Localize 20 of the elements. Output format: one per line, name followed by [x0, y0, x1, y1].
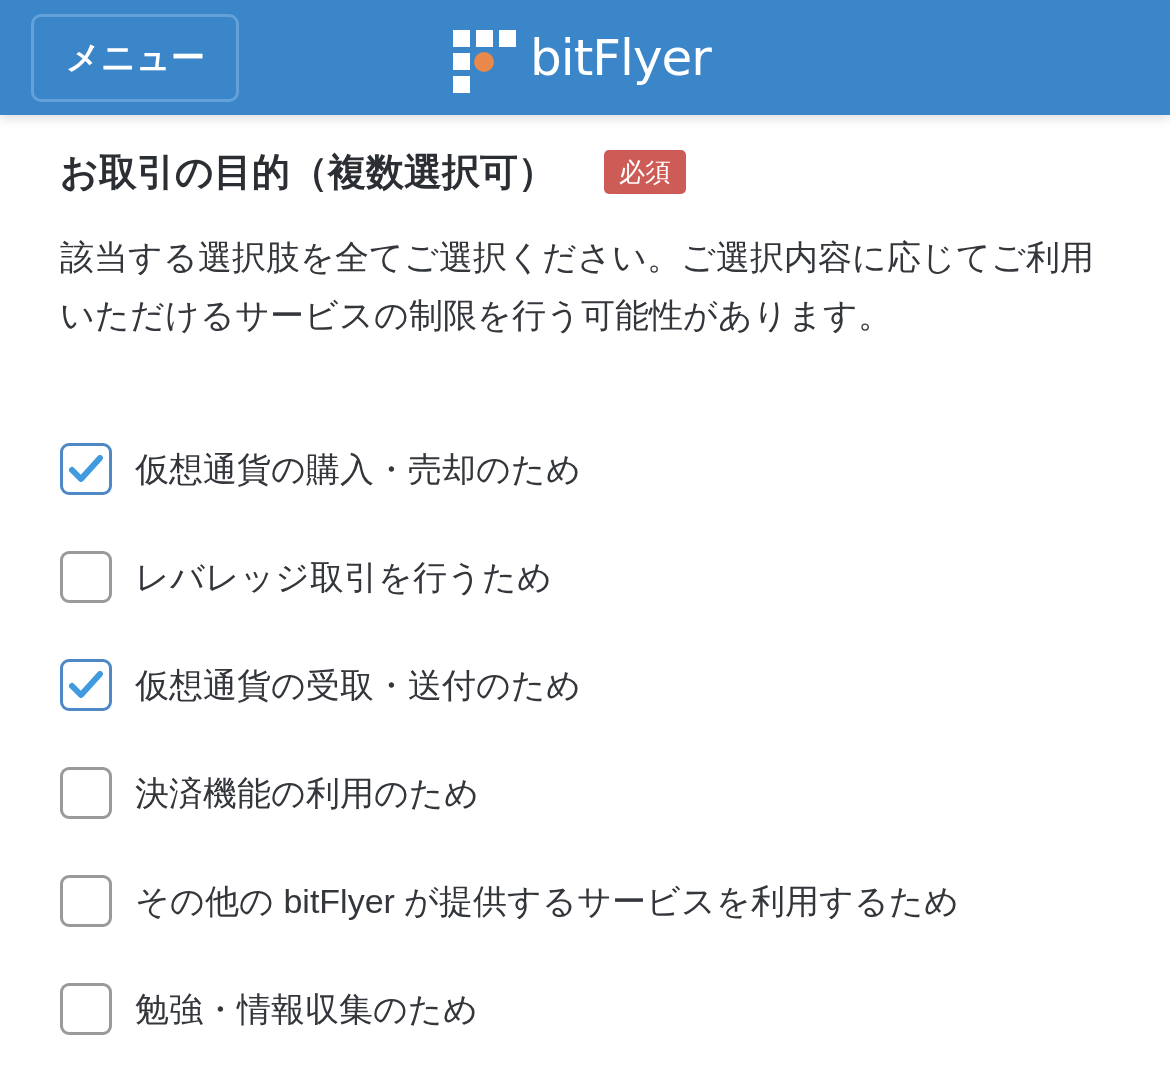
- logo-icon: [453, 30, 516, 93]
- checkbox[interactable]: [60, 659, 112, 711]
- logo-text: bitFlyer: [530, 32, 711, 83]
- section-title: お取引の目的（複数選択可）: [60, 153, 556, 191]
- checkbox[interactable]: [60, 983, 112, 1035]
- checkbox[interactable]: [60, 875, 112, 927]
- checkbox-label[interactable]: 仮想通貨の購入・売却のため: [135, 452, 581, 486]
- checkbox[interactable]: [60, 767, 112, 819]
- checkbox-label[interactable]: 仮想通貨の受取・送付のため: [135, 668, 581, 702]
- checkbox[interactable]: [60, 443, 112, 495]
- checkbox-label[interactable]: 勉強・情報収集のため: [135, 992, 478, 1026]
- menu-button[interactable]: メニュー: [31, 13, 239, 102]
- description-text: 該当する選択肢を全てご選択ください。ご選択内容に応じてご利用いただけるサービスの制限を行う可能性があります。: [60, 237, 1095, 336]
- checkbox-label[interactable]: レバレッジ取引を行うため: [135, 560, 552, 594]
- check-icon: [69, 455, 103, 483]
- checkbox[interactable]: [60, 551, 112, 603]
- required-badge: 必須: [604, 150, 686, 194]
- check-icon: [69, 671, 103, 699]
- checkbox-label[interactable]: 決済機能の利用のため: [135, 776, 479, 810]
- checkbox-label[interactable]: その他の bitFlyer が提供するサービスを利用するため: [135, 884, 960, 918]
